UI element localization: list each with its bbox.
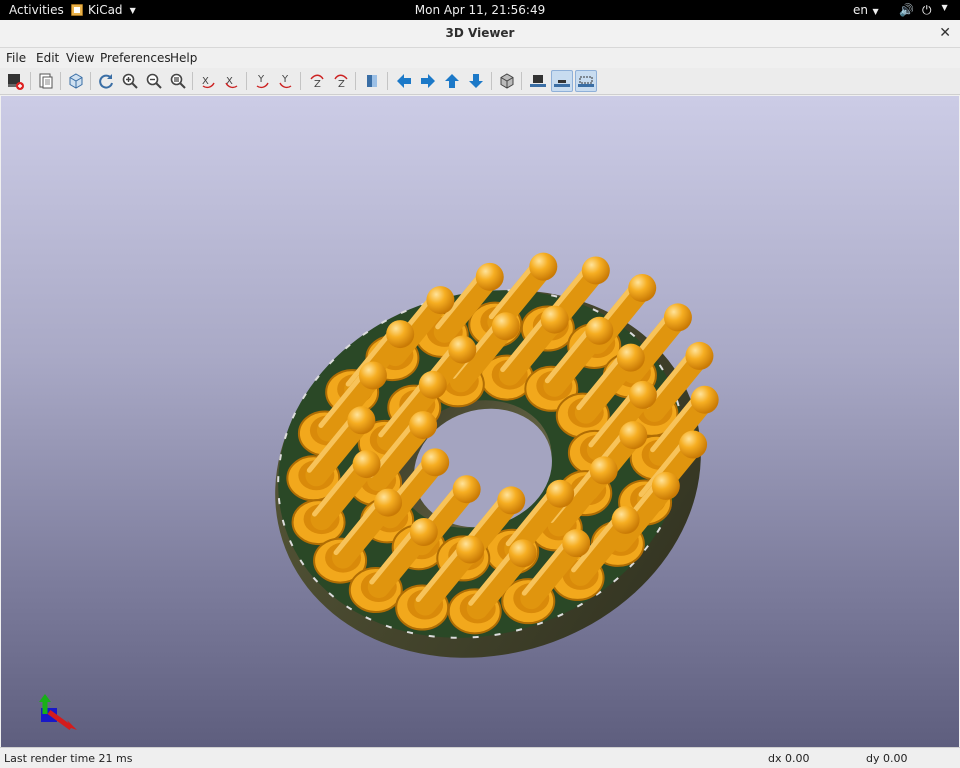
window-title: 3D Viewer (445, 26, 515, 40)
menu-preferences[interactable]: Preferences (100, 51, 171, 65)
zoom-out-icon[interactable] (143, 70, 165, 92)
menu-bar: File Edit View Preferences Help (0, 48, 960, 68)
3d-viewer-window: 3D Viewer ✕ File Edit View Preferences H… (0, 20, 960, 768)
svg-text:Y: Y (281, 74, 289, 85)
show-virtual-models-icon[interactable] (575, 70, 597, 92)
render-raytracing-icon[interactable] (4, 70, 26, 92)
flip-board-icon[interactable] (361, 70, 383, 92)
svg-text:Z: Z (314, 79, 321, 90)
render-time-label: Last render time 21 ms (4, 752, 133, 765)
move-right-icon[interactable] (417, 70, 439, 92)
menu-edit[interactable]: Edit (36, 51, 59, 65)
dx-readout: dx 0.00 (768, 752, 810, 765)
svg-text:Z: Z (338, 79, 345, 90)
language-indicator[interactable]: en ▼ (853, 3, 879, 17)
chevron-down-icon: ▼ (870, 7, 879, 16)
pcb-3d-model (275, 252, 719, 658)
svg-text:X: X (202, 76, 209, 87)
menu-help[interactable]: Help (170, 51, 197, 65)
window-titlebar[interactable]: 3D Viewer ✕ (0, 20, 960, 48)
language-label: en (853, 3, 868, 17)
menu-view[interactable]: View (66, 51, 94, 65)
chevron-down-icon: ▼ (941, 3, 948, 12)
svg-text:Y: Y (257, 74, 265, 85)
rotate-x-cw-icon[interactable]: X (197, 70, 219, 92)
rotate-z-ccw-icon[interactable]: Z (330, 70, 352, 92)
volume-icon: 🔊 (899, 3, 914, 17)
menu-file[interactable]: File (6, 51, 26, 65)
status-bar: Last render time 21 ms dx 0.00 dy 0.00 (0, 747, 960, 768)
copy-clipboard-icon[interactable] (35, 70, 57, 92)
toolbar: X X Y Y Z Z (0, 68, 960, 95)
clock[interactable]: Mon Apr 11, 21:56:49 (0, 3, 960, 17)
rotate-x-ccw-icon[interactable]: X (221, 70, 243, 92)
3d-render-canvas[interactable] (1, 96, 959, 747)
ortho-view-icon[interactable] (496, 70, 518, 92)
rotate-y-ccw-icon[interactable]: Y (275, 70, 297, 92)
axis-orientation-icon (39, 694, 77, 731)
system-menu[interactable]: 🔊 ⏻ ▼ (899, 3, 948, 18)
rotate-y-cw-icon[interactable]: Y (251, 70, 273, 92)
move-left-icon[interactable] (393, 70, 415, 92)
refresh-view-icon[interactable] (95, 70, 117, 92)
system-top-bar: Activities KiCad ▼ Mon Apr 11, 21:56:49 … (0, 0, 960, 20)
zoom-fit-icon[interactable] (167, 70, 189, 92)
show-tht-models-icon[interactable] (527, 70, 549, 92)
rotate-z-cw-icon[interactable]: Z (306, 70, 328, 92)
power-icon: ⏻ (921, 3, 932, 17)
dy-readout: dy 0.00 (866, 752, 908, 765)
show-smd-models-icon[interactable] (551, 70, 573, 92)
move-up-icon[interactable] (441, 70, 463, 92)
zoom-in-icon[interactable] (119, 70, 141, 92)
close-icon[interactable]: ✕ (939, 25, 951, 41)
reload-board-icon[interactable] (65, 70, 87, 92)
move-down-icon[interactable] (465, 70, 487, 92)
